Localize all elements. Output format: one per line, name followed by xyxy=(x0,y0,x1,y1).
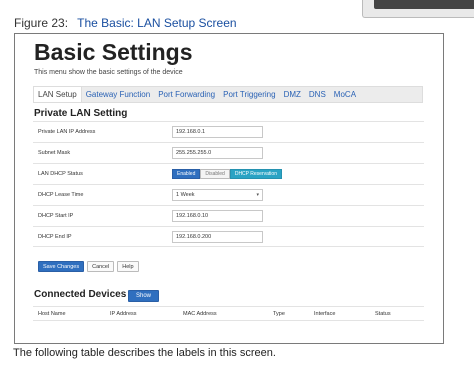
tab-dmz[interactable]: DMZ xyxy=(280,87,305,102)
figure-caption: Figure 23: The Basic: LAN Setup Screen xyxy=(14,16,237,30)
col-type: Type xyxy=(273,311,285,317)
dhcp-status-toggle: Enabled Disabled DHCP Reservation xyxy=(172,169,282,179)
form-row-lease-time: DHCP Lease Time 1 Week ▾ xyxy=(33,184,424,205)
connected-devices-title: Connected Devices xyxy=(34,289,127,300)
col-ip-address: IP Address xyxy=(110,311,137,317)
subnet-mask-label: Subnet Mask xyxy=(38,150,71,156)
start-ip-label: DHCP Start IP xyxy=(38,213,74,219)
col-mac-address: MAC Address xyxy=(183,311,217,317)
dhcp-enabled-button[interactable]: Enabled xyxy=(172,169,201,179)
figure-number: Figure 23: xyxy=(14,16,69,30)
screenshot-frame: Basic Settings This menu show the basic … xyxy=(14,33,444,344)
lan-settings-form: Private LAN IP Address Subnet Mask LAN D… xyxy=(33,121,424,247)
lan-section-title: Private LAN Setting xyxy=(34,108,128,119)
settings-tabbar: LAN Setup Gateway Function Port Forwardi… xyxy=(33,86,423,103)
devices-table-header: Host Name IP Address MAC Address Type In… xyxy=(33,306,424,321)
save-changes-button[interactable]: Save Changes xyxy=(38,261,85,272)
page-title: Basic Settings xyxy=(34,39,193,65)
form-row-end-ip: DHCP End IP xyxy=(33,226,424,247)
dropdown-arrow-icon: ▾ xyxy=(256,192,259,198)
lease-time-value: 1 Week xyxy=(176,192,195,198)
top-tab-fill xyxy=(374,0,474,9)
dhcp-reservation-button[interactable]: DHCP Reservation xyxy=(229,169,282,179)
subnet-mask-input[interactable] xyxy=(172,147,263,159)
tab-gateway-function[interactable]: Gateway Function xyxy=(82,87,154,102)
tab-moca[interactable]: MoCA xyxy=(330,87,360,102)
footer-text: The following table describes the labels… xyxy=(13,347,276,359)
form-actions: Save Changes Cancel Help xyxy=(38,261,139,272)
col-interface: Interface xyxy=(314,311,336,317)
form-row-lan-ip: Private LAN IP Address xyxy=(33,121,424,142)
lease-time-label: DHCP Lease Time xyxy=(38,192,84,198)
form-row-start-ip: DHCP Start IP xyxy=(33,205,424,226)
form-row-subnet-mask: Subnet Mask xyxy=(33,142,424,163)
dhcp-disabled-button[interactable]: Disabled xyxy=(200,169,230,179)
tab-lan-setup[interactable]: LAN Setup xyxy=(34,87,82,102)
tab-dns[interactable]: DNS xyxy=(305,87,330,102)
cancel-button[interactable]: Cancel xyxy=(87,261,115,272)
show-devices-button[interactable]: Show xyxy=(128,290,159,302)
lease-time-select[interactable]: 1 Week ▾ xyxy=(172,189,263,201)
form-row-dhcp-status: LAN DHCP Status Enabled Disabled DHCP Re… xyxy=(33,163,424,184)
col-status: Status xyxy=(375,311,391,317)
figure-title: The Basic: LAN Setup Screen xyxy=(77,16,237,30)
end-ip-label: DHCP End IP xyxy=(38,234,72,240)
tab-port-forwarding[interactable]: Port Forwarding xyxy=(154,87,219,102)
help-button[interactable]: Help xyxy=(117,261,139,272)
lan-ip-input[interactable] xyxy=(172,126,263,138)
page-subtitle: This menu show the basic settings of the… xyxy=(34,69,183,76)
col-host-name: Host Name xyxy=(38,311,66,317)
tab-port-triggering[interactable]: Port Triggering xyxy=(219,87,279,102)
start-ip-input[interactable] xyxy=(172,210,263,222)
dhcp-status-label: LAN DHCP Status xyxy=(38,171,83,177)
lan-ip-label: Private LAN IP Address xyxy=(38,129,96,135)
end-ip-input[interactable] xyxy=(172,231,263,243)
